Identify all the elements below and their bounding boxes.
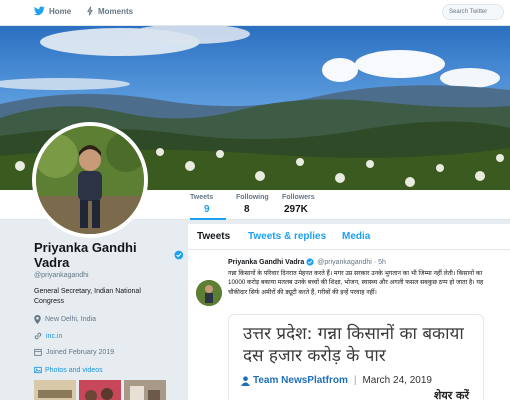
card-author: Team NewsPlatfrom (253, 375, 348, 386)
profile-location-text: New Delhi, India (45, 316, 96, 323)
photo-thumbnail[interactable] (124, 380, 166, 400)
photos-and-videos-link[interactable]: Photos and videos (34, 366, 184, 374)
timeline: Tweets Tweets & replies Media Priyanka G… (188, 224, 510, 400)
twitter-bird-icon (34, 6, 45, 16)
nav-home-label: Home (49, 6, 72, 16)
card-meta: Team NewsPlatfrom | March 24, 2019 (229, 367, 483, 386)
stat-followers-label: Followers (282, 194, 315, 201)
tweet-author-handle[interactable]: @priyankagandhi · 5h (317, 259, 386, 266)
stat-tweets-count: 9 (204, 204, 210, 215)
stat-following[interactable]: Following 8 (236, 194, 269, 215)
nav-moments[interactable]: Moments (86, 6, 133, 16)
nav-moments-label: Moments (98, 6, 134, 16)
stat-followers-count: 297K (284, 204, 308, 215)
photos-and-videos-label: Photos and videos (45, 366, 103, 374)
calendar-icon (34, 348, 42, 356)
tab-media[interactable]: Media (342, 231, 370, 242)
timeline-tabs: Tweets Tweets & replies Media (188, 224, 510, 250)
profile-avatar[interactable] (32, 122, 148, 238)
profile-website-link[interactable]: inc.in (46, 333, 62, 340)
tweet-avatar[interactable] (196, 280, 222, 306)
card-share-button[interactable]: शेयर करें (434, 388, 469, 400)
user-icon (241, 375, 250, 386)
stat-tweets[interactable]: Tweets 9 (190, 194, 226, 220)
tweet-link-card[interactable]: उत्तर प्रदेश: गन्ना किसानों का बकाया दस … (228, 314, 484, 400)
verified-badge-icon (174, 250, 184, 260)
tweet[interactable]: Priyanka Gandhi Vadra @priyankagandhi · … (188, 250, 510, 306)
stat-tweets-label: Tweets (190, 194, 214, 201)
nav-home[interactable]: Home (34, 6, 71, 16)
tweet-author-name[interactable]: Priyanka Gandhi Vadra (228, 259, 304, 266)
profile-joined-text: Joined February 2019 (46, 348, 115, 356)
search-placeholder: Search Twitter (449, 9, 488, 15)
tweet-text: गन्ना किसानों के परिवार दिनरात मेहनत करत… (228, 270, 484, 296)
tab-tweets-and-replies[interactable]: Tweets & replies (248, 231, 326, 242)
top-navigation: Home Moments Search Twitter (0, 0, 510, 26)
verified-badge-icon (306, 258, 314, 266)
stat-following-count: 8 (244, 204, 250, 215)
photo-thumbnail[interactable] (79, 380, 121, 400)
photo-thumbnails (34, 380, 184, 400)
photo-icon (34, 366, 42, 374)
link-icon (34, 332, 42, 340)
profile-name: Priyanka Gandhi Vadra (34, 240, 137, 270)
location-pin-icon (34, 315, 41, 324)
stat-followers[interactable]: Followers 297K (282, 194, 315, 215)
card-date: March 24, 2019 (362, 375, 432, 386)
profile-location: New Delhi, India (34, 315, 184, 324)
profile-handle: @priyankagandhi (34, 272, 89, 279)
stat-following-label: Following (236, 194, 269, 201)
lightning-icon (87, 6, 93, 16)
profile-bio: General Secretary, Indian National Congr… (34, 288, 141, 305)
profile-website: inc.in (34, 332, 184, 340)
photo-thumbnail[interactable] (34, 380, 76, 400)
tweet-header: Priyanka Gandhi Vadra @priyankagandhi · … (228, 258, 502, 266)
avatar-photo (36, 126, 144, 234)
card-separator: | (353, 375, 357, 386)
profile-name-row: Priyanka Gandhi Vadra (34, 240, 184, 270)
tab-tweets[interactable]: Tweets (197, 231, 230, 242)
card-headline: उत्तर प्रदेश: गन्ना किसानों का बकाया दस … (243, 324, 464, 366)
profile-sidebar: Priyanka Gandhi Vadra @priyankagandhi Ge… (34, 240, 184, 400)
search-input[interactable]: Search Twitter (442, 4, 504, 20)
profile-joined: Joined February 2019 (34, 348, 184, 356)
